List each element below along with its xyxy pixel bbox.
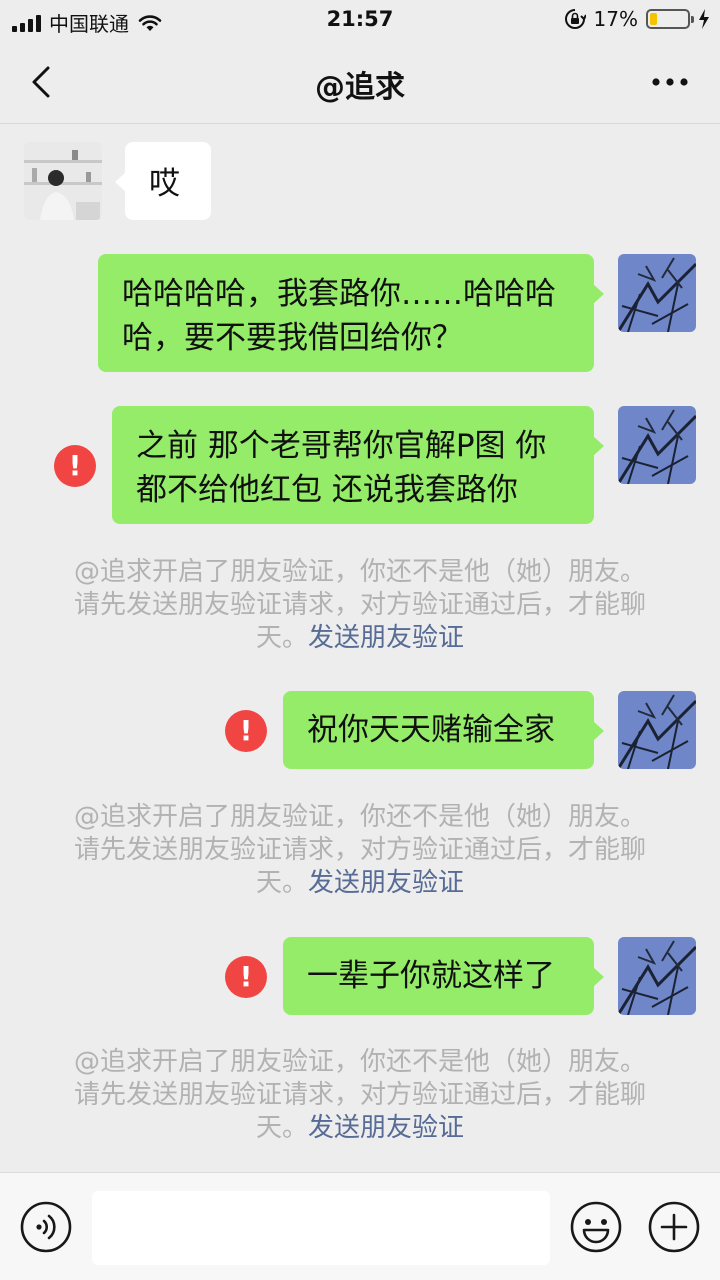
self-avatar[interactable] — [618, 937, 696, 1015]
voice-icon[interactable] — [20, 1201, 72, 1253]
send-verification-link[interactable]: 发送朋友验证 — [308, 1113, 464, 1143]
message-bubble-outgoing[interactable]: 祝你天天赌输全家 — [283, 691, 604, 769]
system-note-line: 天。发送朋友验证 — [50, 1112, 670, 1145]
more-dots-icon[interactable] — [650, 74, 690, 90]
system-note-line: @追求开启了朋友验证，你还不是他（她）朋友。 — [73, 1047, 646, 1077]
self-avatar-image — [618, 691, 696, 769]
plus-icon[interactable] — [648, 1201, 700, 1253]
system-note-line: 天。发送朋友验证 — [50, 867, 670, 900]
message-bubble-outgoing[interactable]: 哈哈哈哈，我套路你……哈哈哈 哈，要不要我借回给你？ — [98, 254, 604, 372]
self-avatar-image — [618, 254, 696, 332]
message-text: 哎 — [149, 166, 180, 202]
contact-avatar-image — [24, 142, 102, 220]
self-avatar[interactable] — [618, 406, 696, 484]
self-avatar-image — [618, 406, 696, 484]
chat-title: @追求 — [315, 70, 405, 105]
input-bar — [0, 1172, 720, 1280]
system-note-text: 天。 — [255, 1113, 308, 1143]
battery-percent: 17% — [593, 7, 638, 31]
send-failed-icon[interactable]: ! — [225, 710, 267, 752]
message-text: 祝你天天赌输全家 — [307, 712, 555, 748]
message-bubble-incoming[interactable]: 哎 — [115, 142, 211, 220]
system-note-line: @追求开启了朋友验证，你还不是他（她）朋友。 — [73, 557, 646, 587]
self-avatar[interactable] — [618, 254, 696, 332]
message-text: 一辈子你就这样了 — [307, 958, 555, 994]
system-note-line: 请先发送朋友验证请求，对方验证通过后，才能聊 — [73, 1080, 646, 1110]
system-note-line: 请先发送朋友验证请求，对方验证通过后，才能聊 — [73, 835, 646, 865]
rotation-lock-icon — [564, 9, 586, 29]
system-note-text: 天。 — [255, 623, 308, 653]
message-text-line: 都不给他红包 还说我套路你 — [136, 472, 518, 508]
self-avatar[interactable] — [618, 691, 696, 769]
system-note: @追求开启了朋友验证，你还不是他（她）朋友。 请先发送朋友验证请求，对方验证通过… — [50, 801, 670, 900]
message-text-line: 哈哈哈哈，我套路你……哈哈哈 — [122, 276, 556, 312]
system-note-line: 天。发送朋友验证 — [50, 622, 670, 655]
send-verification-link[interactable]: 发送朋友验证 — [308, 623, 464, 653]
message-input[interactable] — [92, 1191, 550, 1265]
send-verification-link[interactable]: 发送朋友验证 — [308, 868, 464, 898]
send-failed-icon[interactable]: ! — [54, 445, 96, 487]
system-note-text: 天。 — [255, 868, 308, 898]
charging-icon — [699, 9, 709, 29]
message-bubble-outgoing[interactable]: 一辈子你就这样了 — [283, 937, 604, 1015]
contact-avatar[interactable] — [24, 142, 102, 220]
status-bar: 中国联通 21:57 17% — [0, 0, 720, 40]
system-note-line: @追求开启了朋友验证，你还不是他（她）朋友。 — [73, 802, 646, 832]
self-avatar-image — [618, 937, 696, 1015]
nav-bar: @追求 — [0, 40, 720, 124]
battery-icon — [646, 9, 694, 29]
system-note: @追求开启了朋友验证，你还不是他（她）朋友。 请先发送朋友验证请求，对方验证通过… — [50, 1046, 670, 1145]
message-text-line: 哈，要不要我借回给你？ — [122, 320, 463, 356]
emoji-icon[interactable] — [570, 1201, 622, 1253]
system-note-line: 请先发送朋友验证请求，对方验证通过后，才能聊 — [73, 590, 646, 620]
message-text-line: 之前 那个老哥帮你官解P图 你 — [136, 428, 547, 464]
system-note: @追求开启了朋友验证，你还不是他（她）朋友。 请先发送朋友验证请求，对方验证通过… — [50, 556, 670, 655]
status-right: 17% — [564, 7, 710, 31]
send-failed-icon[interactable]: ! — [225, 956, 267, 998]
message-bubble-outgoing[interactable]: 之前 那个老哥帮你官解P图 你 都不给他红包 还说我套路你 — [112, 406, 604, 524]
